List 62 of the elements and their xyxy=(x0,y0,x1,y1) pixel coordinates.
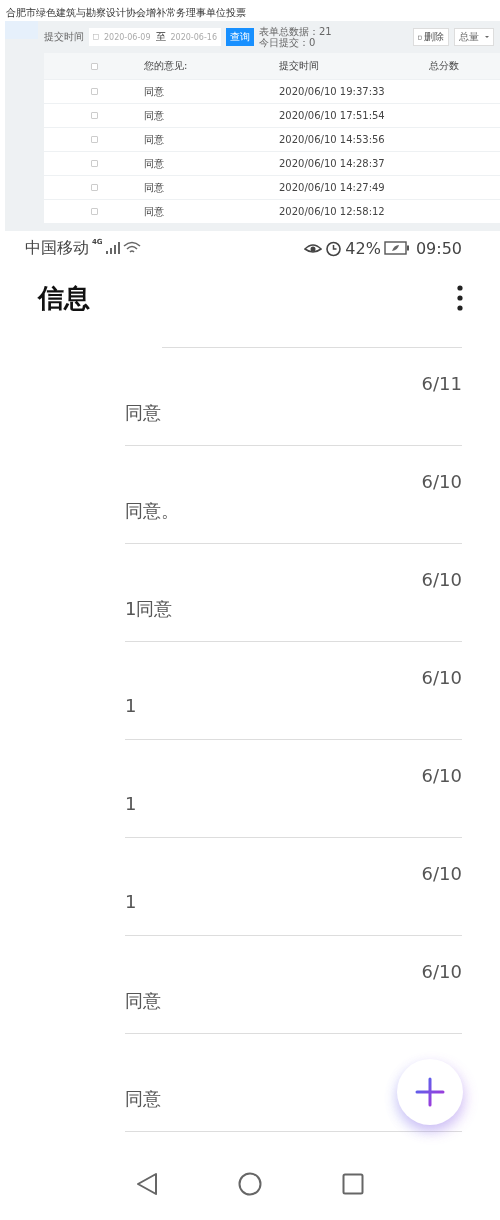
table-cell-text: 2020/06/10 14:53:56 xyxy=(279,134,386,145)
message-date: 6/10 xyxy=(421,765,462,786)
column-header: 提交时间 xyxy=(279,59,320,73)
recents-icon[interactable] xyxy=(342,1173,364,1195)
row-checkbox[interactable] xyxy=(90,112,98,119)
back-icon[interactable] xyxy=(136,1172,158,1196)
app-title: 信息 xyxy=(38,281,90,315)
more-options-icon[interactable] xyxy=(457,285,463,311)
message-text: 同意 xyxy=(125,1087,161,1111)
message-date: 6/11 xyxy=(421,373,462,394)
table-cell-text: 同意 xyxy=(144,132,165,147)
delete-button[interactable]: 删除 xyxy=(413,28,449,46)
table-cell-text: 2020/06/10 14:28:37 xyxy=(279,158,386,169)
calendar-icon xyxy=(93,34,99,40)
message-text: 1同意 xyxy=(125,597,173,621)
battery-icon xyxy=(383,241,410,255)
table-cell-text: 同意 xyxy=(144,156,165,171)
message-date: 6/10 xyxy=(421,667,462,688)
message-text: 1 xyxy=(125,891,137,912)
filter-label: 提交时间 xyxy=(44,30,84,44)
clock-time: 09:50 xyxy=(415,238,462,258)
row-checkbox[interactable] xyxy=(90,136,98,143)
message-date: 6/10 xyxy=(421,471,462,492)
row-checkbox[interactable] xyxy=(90,88,98,95)
caret-icon xyxy=(485,36,489,38)
table-cell-text: 同意 xyxy=(144,108,165,123)
message-text: 同意 xyxy=(125,989,161,1013)
column-header: 您的意见: xyxy=(144,59,189,73)
message-date: 6/10 xyxy=(421,961,462,982)
add-button[interactable] xyxy=(397,1059,463,1125)
select-all-checkbox[interactable] xyxy=(90,62,98,70)
row-checkbox[interactable] xyxy=(90,208,98,215)
alarm-icon xyxy=(325,239,343,257)
table-cell-text: 2020/06/10 12:58:12 xyxy=(279,206,386,217)
signal-icon xyxy=(105,242,120,254)
home-icon[interactable] xyxy=(238,1172,262,1196)
table-cell-text: 同意 xyxy=(144,180,165,195)
message-text: 同意。 xyxy=(125,499,179,523)
date-range-field[interactable]: 2020-06-09 至 2020-06-16 xyxy=(89,28,221,46)
row-checkbox[interactable] xyxy=(90,160,98,167)
eye-icon xyxy=(304,241,323,255)
table-cell-text: 同意 xyxy=(144,84,165,99)
message-text: 同意 xyxy=(125,401,161,425)
row-checkbox[interactable] xyxy=(90,184,98,191)
message-date: 6/10 xyxy=(421,863,462,884)
carrier-name: 中国移动 xyxy=(25,237,89,259)
message-date: 6/10 xyxy=(421,569,462,590)
table-cell-text: 2020/06/10 19:37:33 xyxy=(279,86,386,97)
total-count: 表单总数据：21 xyxy=(259,26,332,37)
table-cell-text: 2020/06/10 17:51:54 xyxy=(279,110,386,121)
message-text: 1 xyxy=(125,793,137,814)
table-cell-text: 同意 xyxy=(144,204,165,219)
table-cell-text: 2020/06/10 14:27:49 xyxy=(279,182,386,193)
today-count: 今日提交：0 xyxy=(259,37,317,48)
plus-icon xyxy=(415,1077,445,1107)
page-title: 合肥市绿色建筑与勘察设计协会增补常务理事单位投票 xyxy=(5,6,247,20)
wifi-icon xyxy=(122,241,141,255)
total-dropdown[interactable]: 总量 xyxy=(454,28,494,46)
column-header: 总分数 xyxy=(429,59,460,73)
battery-percent: 42% xyxy=(345,238,381,258)
trash-icon xyxy=(418,34,422,40)
message-text: 1 xyxy=(125,695,137,716)
